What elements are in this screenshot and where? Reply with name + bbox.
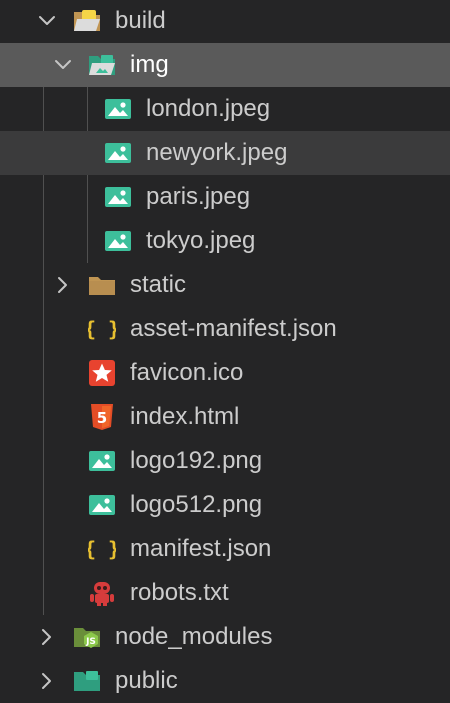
svg-text:5: 5 (97, 409, 107, 427)
tree-item-label: index.html (130, 403, 240, 430)
tree-item-label: robots.txt (130, 579, 229, 606)
image-folder-open-icon (88, 52, 116, 78)
tree-item-build[interactable]: build (0, 0, 450, 43)
html5-file-icon: 5 (88, 404, 116, 430)
tree-item-label: manifest.json (130, 535, 272, 562)
image-file-icon (88, 448, 116, 474)
tree-item-label: tokyo.jpeg (146, 227, 256, 254)
tree-item-img[interactable]: img (0, 43, 450, 87)
chevron-right-icon[interactable] (53, 275, 73, 295)
chevron-right-icon[interactable] (37, 671, 57, 691)
public-folder-icon (73, 668, 101, 694)
tree-item-label: static (130, 271, 187, 298)
favicon-file-icon (88, 360, 116, 386)
tree-item-label: logo192.png (130, 447, 263, 474)
robot-file-icon (88, 580, 116, 606)
tree-item-label: logo512.png (130, 491, 263, 518)
tree-item-label: paris.jpeg (146, 183, 251, 210)
tree-item-logo192-png[interactable]: logo192.png (0, 439, 450, 483)
tree-item-favicon-ico[interactable]: favicon.ico (0, 351, 450, 395)
svg-text:{ }: { } (88, 317, 116, 341)
tree-item-static[interactable]: static (0, 263, 450, 307)
image-file-icon (104, 184, 132, 210)
tree-item-manifest-json[interactable]: { } manifest.json (0, 527, 450, 571)
image-file-icon (104, 96, 132, 122)
tree-item-label: public (115, 667, 178, 694)
image-file-icon (88, 492, 116, 518)
chevron-down-icon[interactable] (37, 11, 57, 31)
tree-item-public[interactable]: public (0, 659, 450, 703)
image-file-icon (104, 140, 132, 166)
file-explorer-tree: build img london.jpeg newyork.jpeg paris… (0, 0, 450, 694)
json-file-icon: { } (84, 316, 120, 342)
json-file-icon: { } (84, 536, 120, 562)
tree-item-newyork-jpeg[interactable]: newyork.jpeg (0, 131, 450, 175)
node-folder-icon: JS (73, 624, 101, 650)
tree-item-asset-manifest-json[interactable]: { } asset-manifest.json (0, 307, 450, 351)
tree-item-label: favicon.ico (130, 359, 244, 386)
tree-item-robots-txt[interactable]: robots.txt (0, 571, 450, 615)
chevron-down-icon[interactable] (53, 55, 73, 75)
folder-open-icon (73, 8, 101, 34)
tree-item-logo512-png[interactable]: logo512.png (0, 483, 450, 527)
tree-item-node-modules[interactable]: JS node_modules (0, 615, 450, 659)
tree-item-index-html[interactable]: 5 index.html (0, 395, 450, 439)
image-file-icon (104, 228, 132, 254)
tree-item-label: node_modules (115, 623, 273, 650)
chevron-right-icon[interactable] (37, 627, 57, 647)
tree-item-label: newyork.jpeg (146, 139, 288, 166)
tree-item-label: asset-manifest.json (130, 315, 337, 342)
tree-item-tokyo-jpeg[interactable]: tokyo.jpeg (0, 219, 450, 263)
svg-text:{ }: { } (88, 537, 116, 561)
tree-item-london-jpeg[interactable]: london.jpeg (0, 87, 450, 131)
tree-item-label: london.jpeg (146, 95, 271, 122)
tree-item-label: build (115, 7, 166, 34)
folder-icon (88, 272, 116, 298)
tree-item-paris-jpeg[interactable]: paris.jpeg (0, 175, 450, 219)
svg-text:JS: JS (85, 637, 96, 647)
tree-item-label: img (130, 51, 169, 78)
